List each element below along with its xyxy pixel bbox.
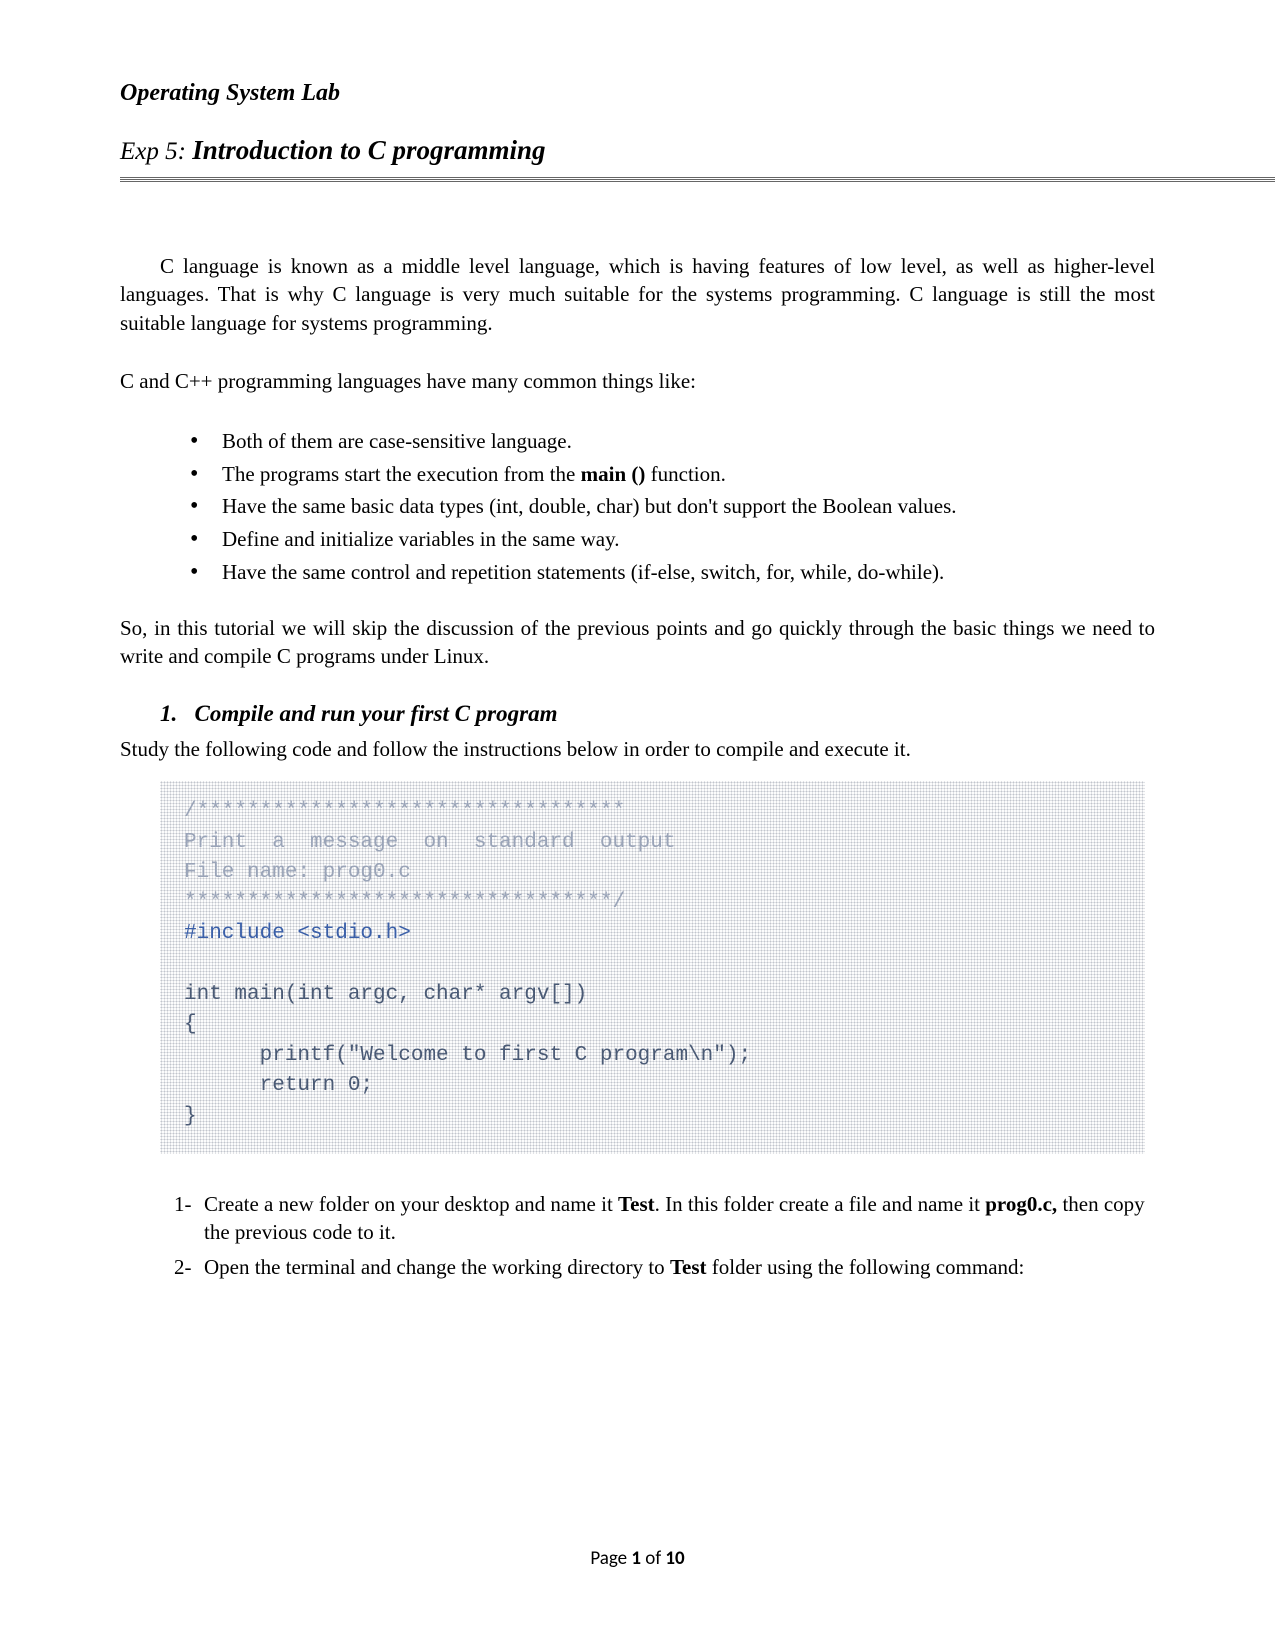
section-number: 1. [160,701,177,726]
code-line: } [184,1105,197,1128]
common-bullet-list: Both of them are case-sensitive language… [190,425,1155,588]
step-item: Create a new folder on your desktop and … [174,1190,1155,1247]
code-line: /********************************** [184,800,625,823]
step-text: Open the terminal and change the working… [204,1255,670,1279]
header-lab-title: Operating System Lab [120,80,1155,107]
code-line: File name: prog0.c [184,861,411,884]
step-bold: Test [618,1192,655,1216]
code-line: int main(int argc, char* argv[]) [184,983,587,1006]
after-heading-paragraph: Study the following code and follow the … [120,735,1155,763]
header-exp-line: Exp 5: Introduction to C programming [120,135,1155,166]
code-block: /********************************** Prin… [160,781,1145,1154]
code-line: return 0; [184,1074,373,1097]
section-title: Compile and run your first C program [195,701,558,726]
step-text: folder using the following command: [707,1255,1025,1279]
bullet-text-tail: function. [645,462,725,486]
after-bullets-paragraph: So, in this tutorial we will skip the di… [120,614,1155,671]
footer-total-pages: 10 [665,1547,684,1570]
header-rule [120,176,1275,182]
code-line: **********************************/ [184,891,625,914]
step-text: . In this folder create a file and name … [655,1192,986,1216]
bullet-main-bold: main () [581,462,646,486]
footer-current-page: 1 [631,1547,641,1570]
list-item: Have the same basic data types (int, dou… [190,490,1155,523]
page-footer: Page 1 of 10 [0,1547,1275,1570]
intro-paragraph: C language is known as a middle level la… [120,252,1155,337]
footer-prefix: Page [590,1547,631,1570]
code-line: Print a message on standard output [184,831,675,854]
code-line: #include <stdio.h> [184,922,411,945]
footer-middle: of [641,1547,665,1570]
code-line: printf("Welcome to first C program\n"); [184,1044,751,1067]
step-bold: prog0.c, [985,1192,1057,1216]
exp-label: Exp 5: [120,138,192,165]
step-bold: Test [670,1255,707,1279]
step-text: Create a new folder on your desktop and … [204,1192,618,1216]
bullet-text: The programs start the execution from th… [222,462,581,486]
section-heading: 1. Compile and run your first C program [160,701,1155,727]
code-line: { [184,1013,197,1036]
list-item: Both of them are case-sensitive language… [190,425,1155,458]
list-item: The programs start the execution from th… [190,458,1155,491]
step-item: Open the terminal and change the working… [174,1253,1155,1281]
list-item: Define and initialize variables in the s… [190,523,1155,556]
exp-title: Introduction to C programming [192,135,545,165]
list-item: Have the same control and repetition sta… [190,556,1155,589]
steps-list: Create a new folder on your desktop and … [174,1190,1155,1281]
common-lead-paragraph: C and C++ programming languages have man… [120,367,1155,395]
